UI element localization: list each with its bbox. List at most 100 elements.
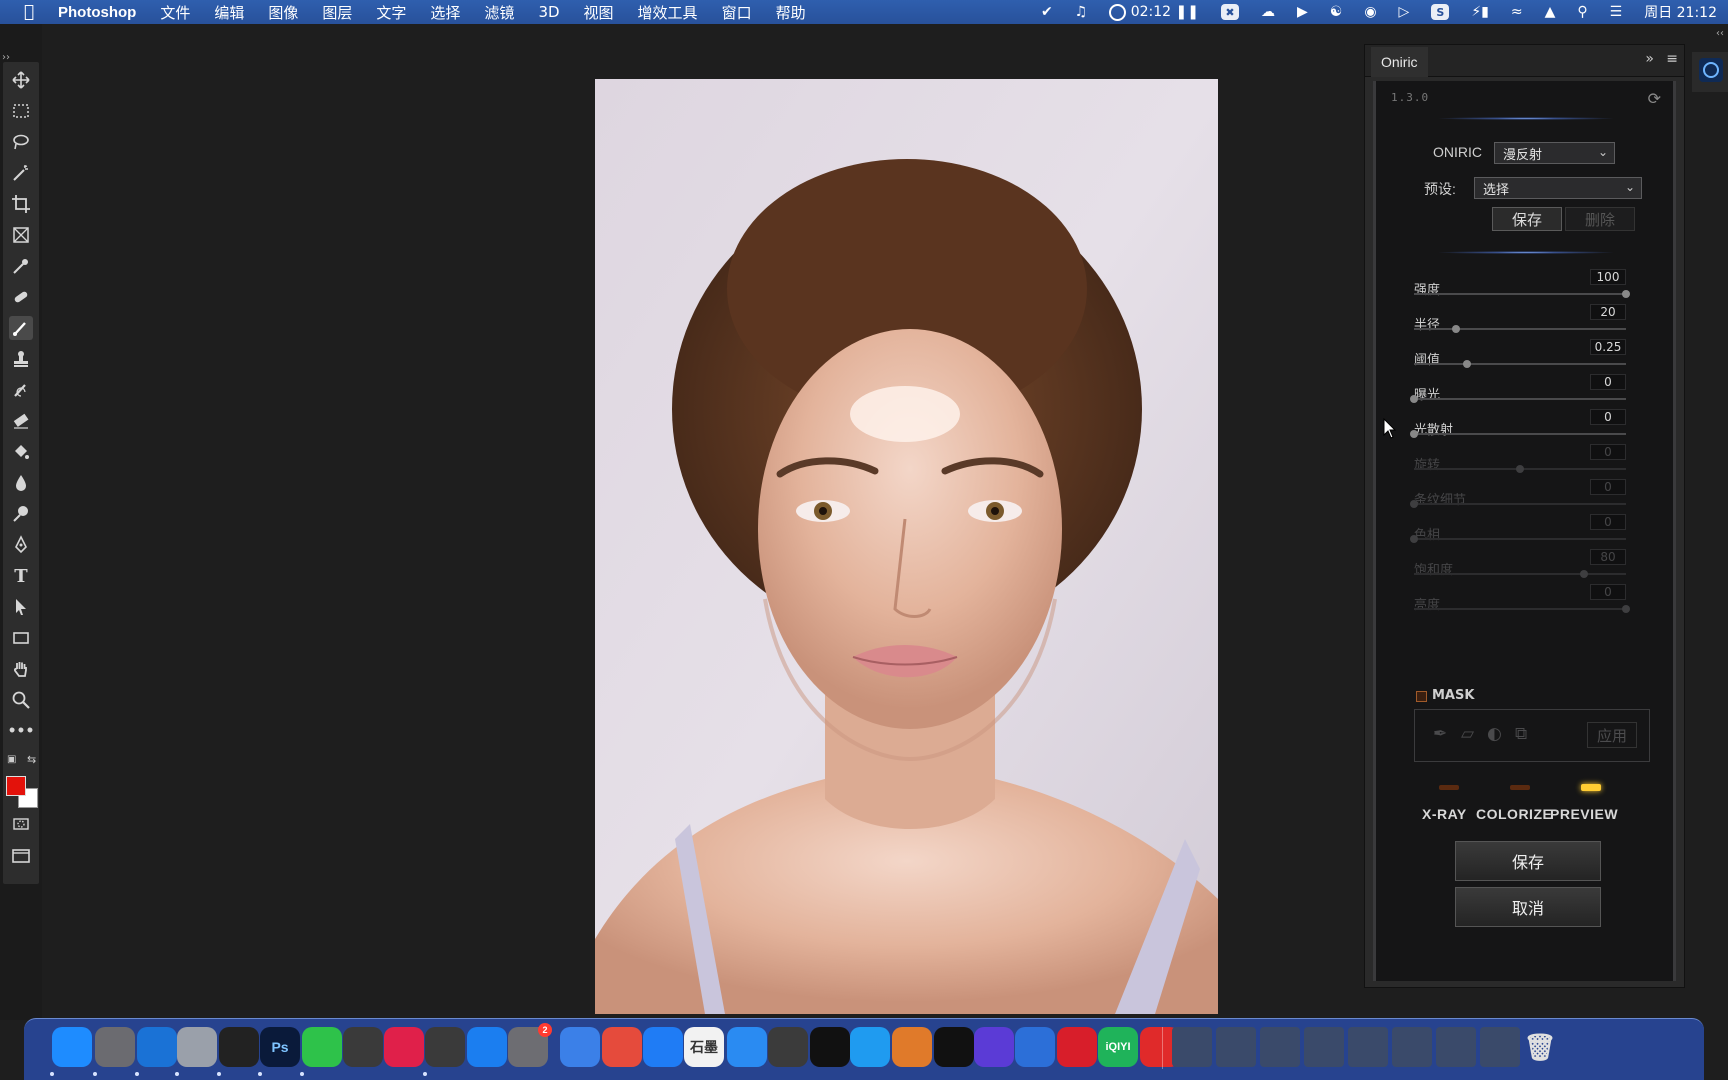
slider-value-field[interactable]: 0.25 — [1590, 339, 1626, 355]
marquee-tool-icon[interactable] — [9, 99, 33, 123]
eyedropper-tool-icon[interactable] — [9, 254, 33, 278]
menu-help[interactable]: 帮助 — [776, 2, 806, 23]
dock-minimized-window[interactable] — [1348, 1027, 1388, 1067]
mask-invert-icon[interactable]: ◐ — [1487, 724, 1502, 744]
tray-cloud-icon[interactable]: ☁ — [1261, 4, 1275, 20]
dock-minimized-window[interactable] — [1172, 1027, 1212, 1067]
dock-app-feishu-icon[interactable] — [643, 1027, 683, 1067]
brush-tool-icon[interactable] — [9, 316, 33, 340]
move-tool-icon[interactable] — [9, 68, 33, 92]
tray-wechat-icon[interactable]: ◉ — [1364, 4, 1376, 20]
dock-app-terminal-icon[interactable] — [219, 1027, 259, 1067]
dock-app-preview-icon[interactable] — [177, 1027, 217, 1067]
slider-track[interactable] — [1414, 363, 1626, 365]
wifi-icon[interactable]: ≈ — [1511, 4, 1523, 20]
dock-app-final-cut-pro-icon[interactable] — [425, 1027, 465, 1067]
oniric-panel-icon[interactable] — [1699, 58, 1723, 82]
dock-app-qq-browser-icon[interactable] — [1015, 1027, 1055, 1067]
tray-tiktok-icon[interactable]: ♫ — [1075, 4, 1088, 20]
dock-app-chrome-icon[interactable] — [602, 1027, 642, 1067]
dock-app-mail-icon[interactable] — [850, 1027, 890, 1067]
dock-app-app-store-icon[interactable] — [467, 1027, 507, 1067]
mask-brush-icon[interactable]: ✒ — [1433, 724, 1447, 744]
dock-minimized-window[interactable] — [1392, 1027, 1432, 1067]
app-menu[interactable]: Photoshop — [58, 4, 136, 21]
paint-bucket-tool-icon[interactable] — [9, 440, 33, 464]
menu-plugins[interactable]: 增效工具 — [638, 2, 698, 23]
dock-app-Ps-icon[interactable]: Ps — [260, 1027, 300, 1067]
dock-app-filmora-icon[interactable] — [974, 1027, 1014, 1067]
dock-app-safari-icon[interactable] — [137, 1027, 177, 1067]
dock-app-screenshot-icon[interactable] — [343, 1027, 383, 1067]
preview-toggle[interactable] — [1581, 784, 1601, 791]
xray-toggle[interactable] — [1439, 785, 1459, 790]
dock-minimized-window[interactable] — [1304, 1027, 1344, 1067]
menu-3d[interactable]: 3D — [538, 3, 559, 21]
zoom-tool-icon[interactable] — [9, 688, 33, 712]
lasso-tool-icon[interactable] — [9, 130, 33, 154]
refresh-icon[interactable]: ⟳ — [1648, 89, 1661, 108]
save-button[interactable]: 保存 — [1455, 841, 1601, 881]
slider-track[interactable] — [1414, 293, 1626, 295]
menu-layer[interactable]: 图层 — [322, 2, 352, 23]
dock-app-finder-icon[interactable] — [52, 1027, 92, 1067]
menu-window[interactable]: 窗口 — [722, 2, 752, 23]
slider-value-field[interactable]: 0 — [1590, 374, 1626, 390]
quick-mask-icon[interactable] — [9, 812, 33, 836]
menu-view[interactable]: 视图 — [584, 2, 614, 23]
rectangle-tool-icon[interactable] — [9, 626, 33, 650]
mask-eraser-icon[interactable]: ▱ — [1461, 724, 1474, 744]
slider-value-field[interactable]: 20 — [1590, 304, 1626, 320]
menu-select[interactable]: 选择 — [430, 2, 460, 23]
eraser-tool-icon[interactable] — [9, 409, 33, 433]
preset-delete-button[interactable]: 删除 — [1565, 207, 1635, 231]
dock-minimized-window[interactable] — [1216, 1027, 1256, 1067]
path-selection-tool-icon[interactable] — [9, 595, 33, 619]
control-center-icon[interactable]: ☰ — [1610, 4, 1623, 20]
tray-scribe-icon[interactable]: S — [1431, 4, 1450, 20]
dodge-tool-icon[interactable] — [9, 502, 33, 526]
portrait-photo[interactable] — [595, 79, 1218, 1014]
slider-thumb[interactable] — [1410, 430, 1418, 438]
menubar-clock[interactable]: 周日 21:12 — [1644, 2, 1717, 22]
dock-app-wechat-icon[interactable] — [302, 1027, 342, 1067]
clone-stamp-tool-icon[interactable] — [9, 347, 33, 371]
collapse-panels-icon[interactable]: ‹‹ — [1716, 28, 1724, 39]
preset-save-button[interactable]: 保存 — [1492, 207, 1562, 231]
dock-app-todesk-icon[interactable] — [727, 1027, 767, 1067]
menu-type[interactable]: 文字 — [376, 2, 406, 23]
panel-tab-oniric[interactable]: Oniric — [1371, 47, 1428, 77]
slider-thumb[interactable] — [1622, 290, 1630, 298]
dock-app-netease-music-icon[interactable] — [1057, 1027, 1097, 1067]
slider-thumb[interactable] — [1410, 395, 1418, 403]
frame-tool-icon[interactable] — [9, 223, 33, 247]
slider-value-field[interactable]: 0 — [1590, 409, 1626, 425]
slider-track[interactable] — [1414, 433, 1626, 435]
slider-thumb[interactable] — [1452, 325, 1461, 333]
dock-minimized-window[interactable] — [1260, 1027, 1300, 1067]
dock-app-pockity-icon[interactable] — [384, 1027, 424, 1067]
menu-image[interactable]: 图像 — [268, 2, 298, 23]
apple-menu-icon[interactable]:  — [0, 2, 58, 22]
swap-colors-icon[interactable]: ⇆ — [27, 753, 36, 766]
menu-file[interactable]: 文件 — [160, 2, 190, 23]
tray-capcut-icon[interactable]: ✖ — [1220, 4, 1239, 20]
mask-checkbox[interactable] — [1416, 691, 1427, 702]
healing-brush-tool-icon[interactable] — [9, 285, 33, 309]
spotlight-search-icon[interactable]: ⚲ — [1577, 4, 1587, 20]
cancel-button[interactable]: 取消 — [1455, 887, 1601, 927]
tray-baidu-icon[interactable]: ☯ — [1330, 4, 1343, 20]
panel-expand-icon[interactable]: » — [1645, 51, 1654, 67]
blur-tool-icon[interactable] — [9, 471, 33, 495]
dock-app-launchpad-icon[interactable] — [95, 1027, 135, 1067]
history-brush-tool-icon[interactable] — [9, 378, 33, 402]
dock-app-system-settings-icon[interactable]: 2 — [508, 1023, 552, 1067]
document-canvas[interactable] — [42, 24, 1354, 1020]
type-tool-icon[interactable]: T — [9, 564, 33, 588]
dock-minimized-window[interactable] — [1480, 1027, 1520, 1067]
tray-play-icon[interactable]: ▶ — [1297, 4, 1308, 20]
dock-app-capcut-icon[interactable] — [934, 1027, 974, 1067]
screen-mode-icon[interactable] — [9, 844, 33, 868]
pen-tool-icon[interactable] — [9, 533, 33, 557]
hand-tool-icon[interactable] — [9, 657, 33, 681]
